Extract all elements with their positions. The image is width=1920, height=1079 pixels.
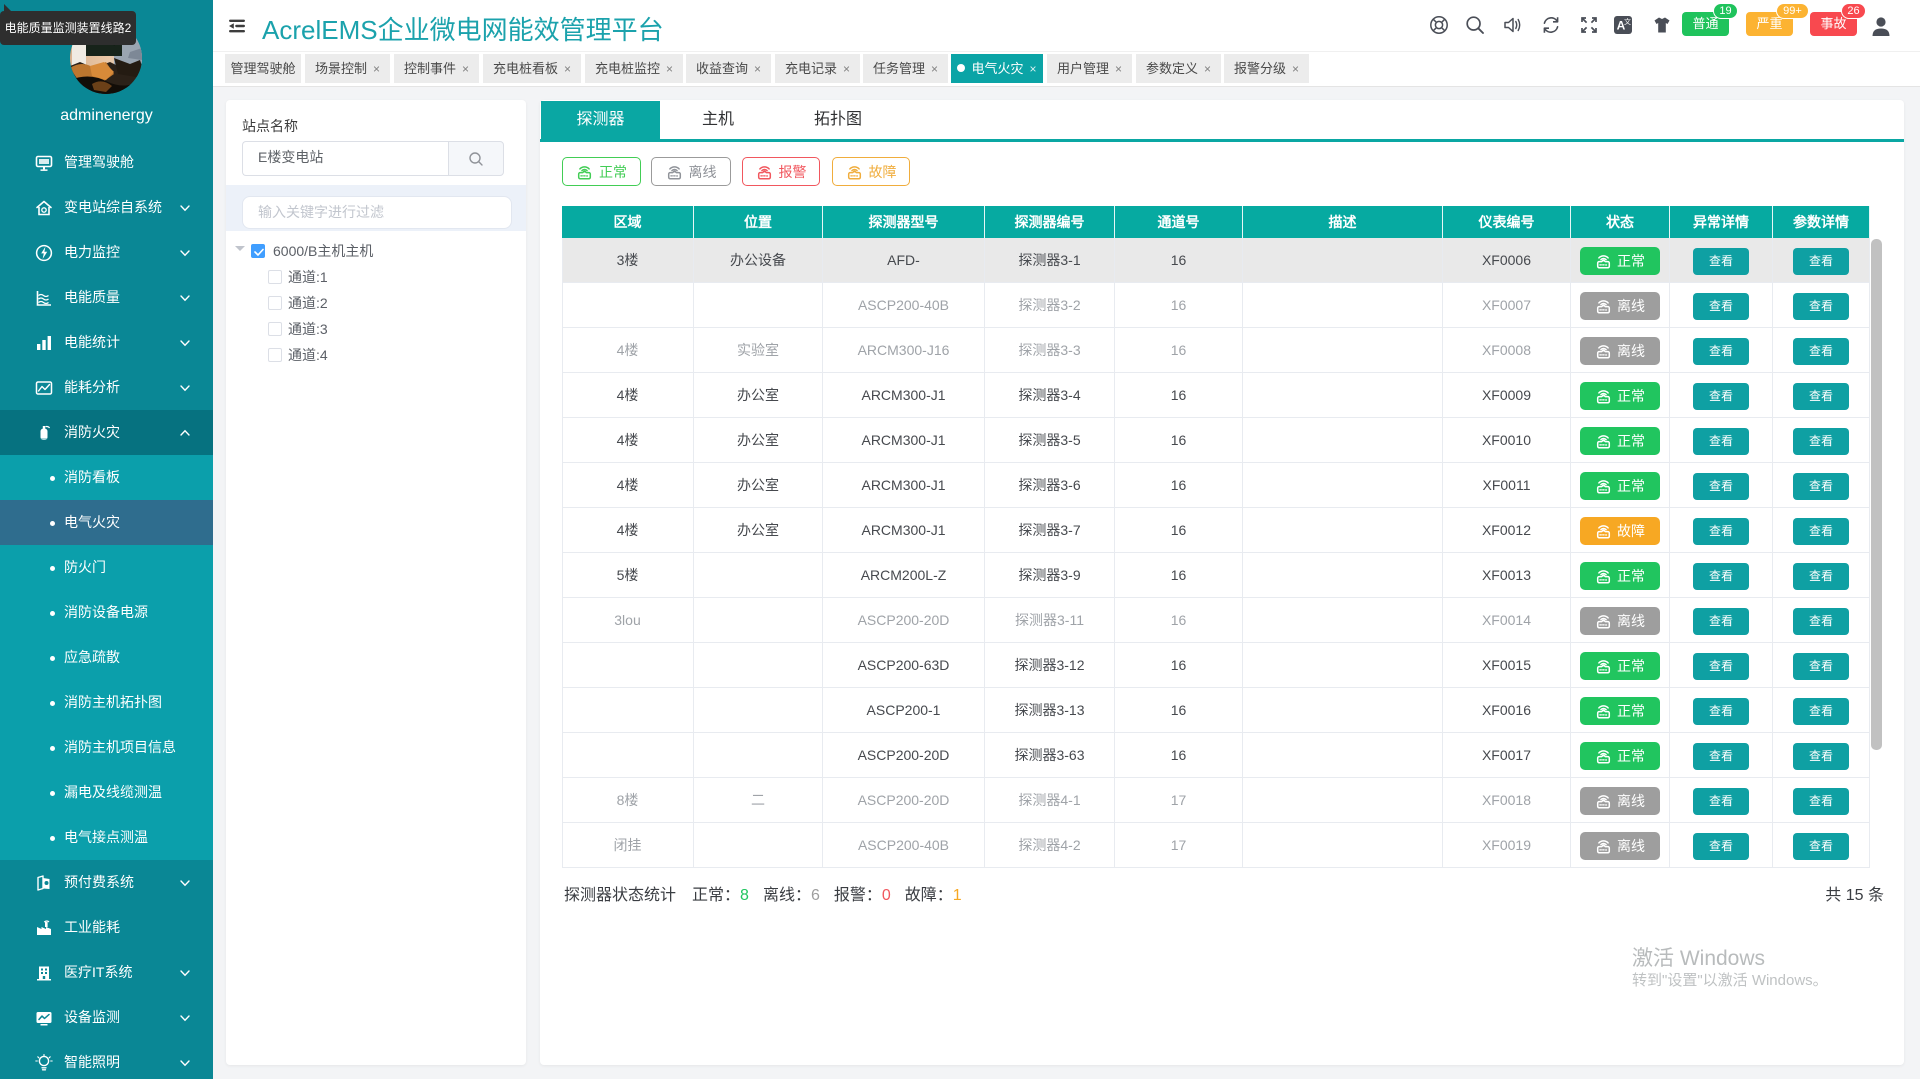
svg-text:文: 文	[1624, 17, 1631, 26]
